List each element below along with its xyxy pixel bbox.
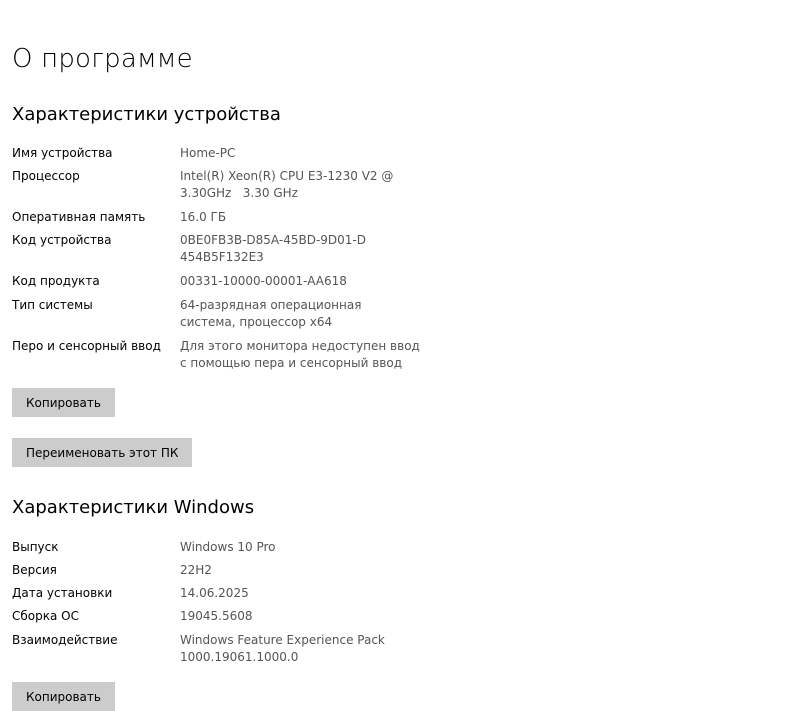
spec-label: Дата установки xyxy=(12,586,113,600)
spec-row-ram: Оперативная память 16.0 ГБ xyxy=(12,209,420,226)
spec-value[interactable]: 00331-10000-00001-AA618 xyxy=(180,273,420,290)
spec-row-install-date: Дата установки 14.06.2025 xyxy=(12,585,420,602)
spec-value[interactable]: Home-PC xyxy=(180,145,420,162)
rename-pc-button[interactable]: Переименовать этот ПК xyxy=(12,438,193,467)
copy-device-specs-button[interactable]: Копировать xyxy=(12,388,115,417)
spec-label: Код устройства xyxy=(12,233,112,247)
spec-value[interactable]: 19045.5608 xyxy=(180,608,420,625)
spec-value[interactable]: Windows Feature Experience Pack 1000.190… xyxy=(180,632,395,666)
spec-value[interactable]: Intel(R) Xeon(R) CPU E3-1230 V2 @ 3.30GH… xyxy=(180,168,420,202)
spec-value[interactable]: 16.0 ГБ xyxy=(180,209,420,226)
spec-row-os-build: Сборка ОС 19045.5608 xyxy=(12,608,420,625)
spec-row-device-name: Имя устройства Home-PC xyxy=(12,145,420,162)
spec-row-version: Версия 22H2 xyxy=(12,562,420,579)
spec-row-device-id: Код устройства 0BE0FB3B-D85A-45BD-9D01-D… xyxy=(12,232,370,266)
spec-label: Перо и сенсорный ввод xyxy=(12,339,161,353)
spec-label: Выпуск xyxy=(12,540,59,554)
spec-row-experience: Взаимодействие Windows Feature Experienc… xyxy=(12,632,395,666)
spec-label: Процессор xyxy=(12,169,80,183)
spec-label: Имя устройства xyxy=(12,146,113,160)
spec-label: Тип системы xyxy=(12,298,93,312)
spec-value[interactable]: 64-разрядная операционная система, проце… xyxy=(180,297,420,331)
spec-label: Версия xyxy=(12,563,57,577)
spec-row-edition: Выпуск Windows 10 Pro xyxy=(12,539,420,556)
page-title: О программе xyxy=(12,44,193,74)
spec-value[interactable]: 0BE0FB3B-D85A-45BD-9D01-D454B5F132E3 xyxy=(180,232,370,266)
spec-label: Код продукта xyxy=(12,274,100,288)
device-specs-heading: Характеристики устройства xyxy=(12,104,281,125)
spec-row-product-id: Код продукта 00331-10000-00001-AA618 xyxy=(12,273,420,290)
spec-value[interactable]: 14.06.2025 xyxy=(180,585,420,602)
spec-label: Оперативная память xyxy=(12,210,146,224)
spec-value[interactable]: 22H2 xyxy=(180,562,420,579)
spec-row-system-type: Тип системы 64-разрядная операционная си… xyxy=(12,297,420,331)
spec-value[interactable]: Windows 10 Pro xyxy=(180,539,420,556)
spec-label: Сборка ОС xyxy=(12,609,79,623)
spec-row-pen-touch: Перо и сенсорный ввод Для этого монитора… xyxy=(12,338,420,372)
copy-windows-specs-button[interactable]: Копировать xyxy=(12,682,115,711)
spec-label: Взаимодействие xyxy=(12,633,118,647)
windows-specs-heading: Характеристики Windows xyxy=(12,497,255,518)
spec-row-processor: Процессор Intel(R) Xeon(R) CPU E3-1230 V… xyxy=(12,168,420,202)
spec-value[interactable]: Для этого монитора недоступен ввод с пом… xyxy=(180,338,420,372)
